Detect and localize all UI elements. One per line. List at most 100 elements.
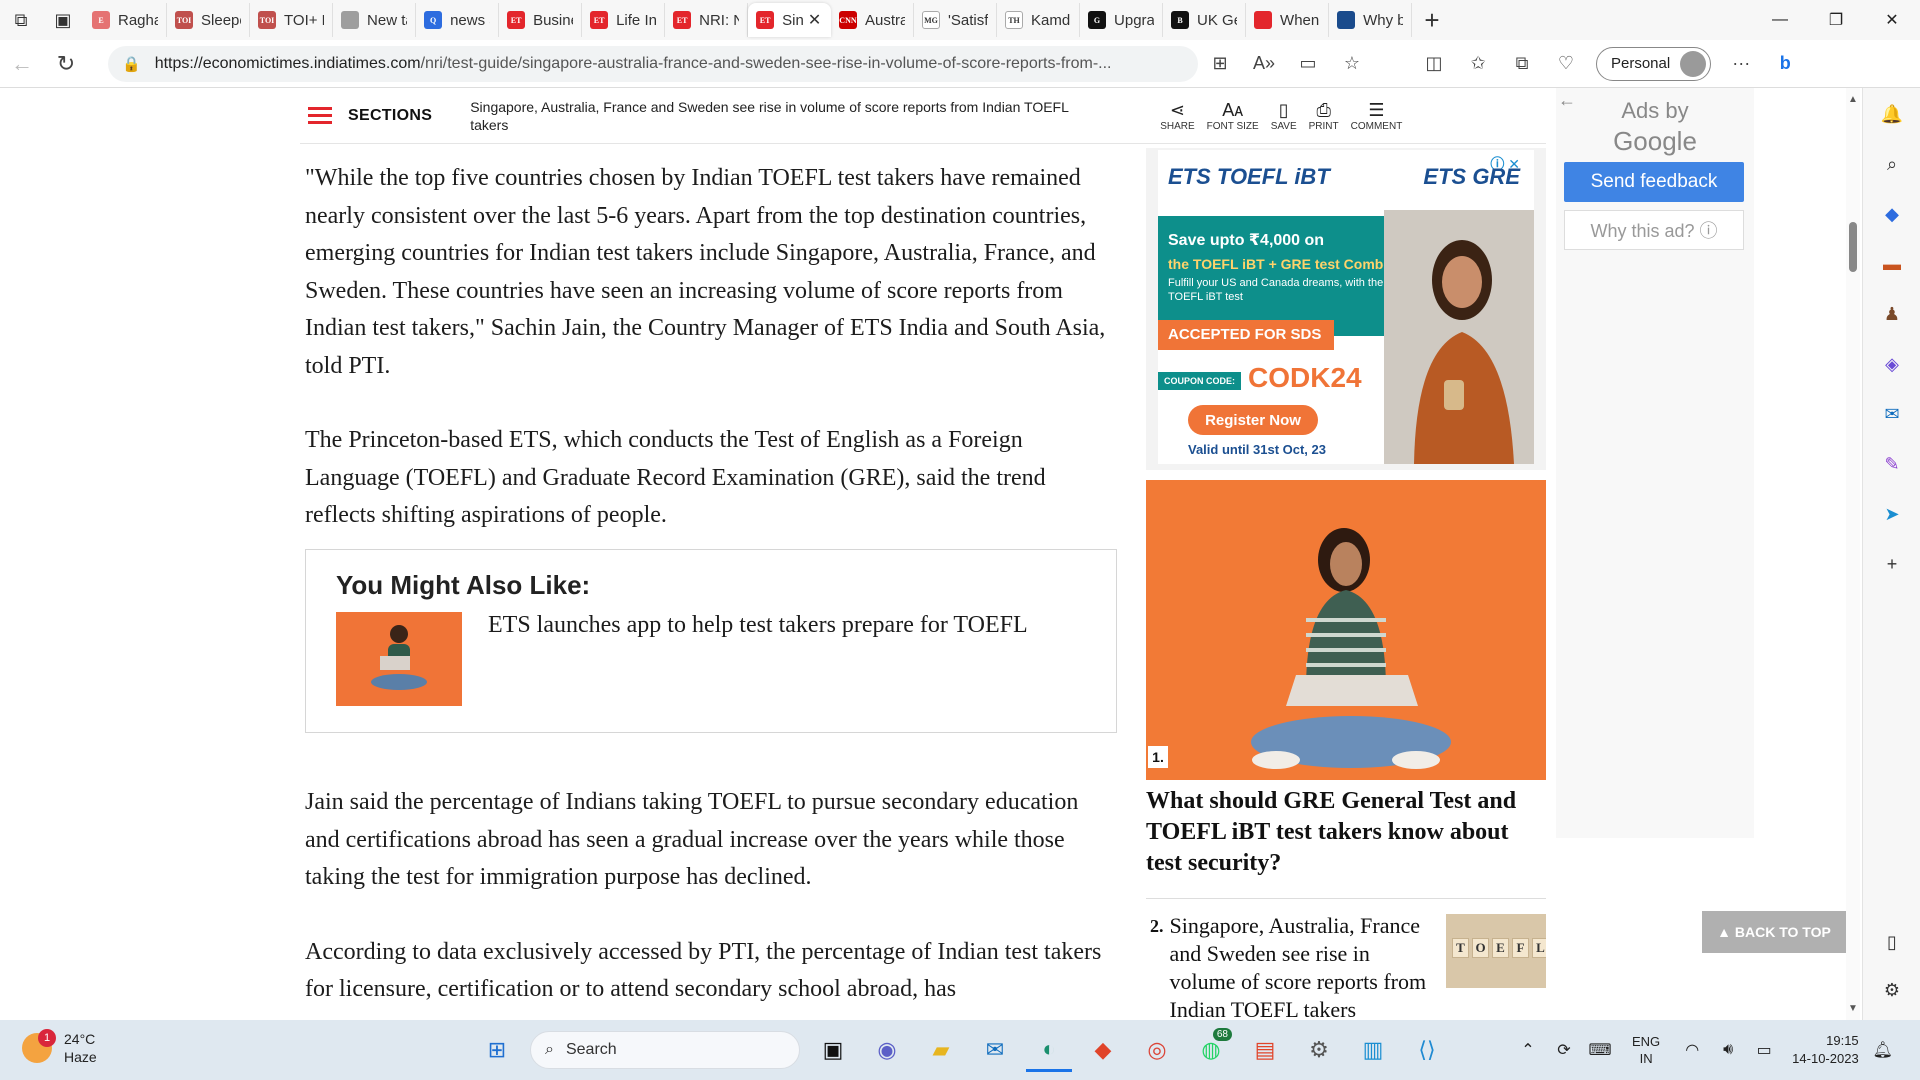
send-feedback-button[interactable]: Send feedback [1564, 162, 1744, 202]
tab-actions-icon[interactable]: ▣ [42, 0, 84, 40]
browser-tab[interactable]: ET NRI: NF [665, 3, 749, 37]
mail-icon[interactable]: ✉ [972, 1028, 1018, 1072]
favorite-star-icon[interactable]: ☆ [1330, 46, 1374, 82]
profile-button[interactable]: Personal [1596, 46, 1712, 81]
keyboard-icon[interactable]: ⌨ [1582, 1028, 1618, 1072]
tab-title: Busines [533, 11, 573, 29]
immersive-reader-icon[interactable]: ▭ [1286, 46, 1330, 82]
browser-tab[interactable]: ET Life Ins [582, 3, 666, 37]
ad-offer-line3: Fulfill your US and Canada dreams, with … [1168, 277, 1384, 303]
wifi-icon[interactable]: ◠ [1674, 1028, 1710, 1072]
story-2-thumbnail[interactable]: TOEFL [1446, 914, 1546, 988]
browser-tab[interactable]: When Z [1246, 3, 1330, 37]
outlook-icon[interactable]: ✉ [1863, 398, 1920, 430]
whatsapp-icon[interactable]: ◍ 68 [1188, 1028, 1234, 1072]
might-like-link[interactable]: ETS launches app to help test takers pre… [488, 612, 1028, 639]
tools-briefcase-icon[interactable]: ▬ [1863, 248, 1920, 280]
minimize-button[interactable]: — [1752, 0, 1808, 40]
anydesk-icon[interactable]: ▤ [1242, 1028, 1288, 1072]
office-icon[interactable]: ◆ [1080, 1028, 1126, 1072]
browser-tab[interactable]: ET Busines [499, 3, 583, 37]
might-like-thumbnail[interactable] [336, 612, 462, 706]
games-icon[interactable]: ♟ [1863, 298, 1920, 330]
hamburger-menu-icon[interactable] [308, 107, 332, 124]
clock[interactable]: 19:15 14-10-2023 [1792, 1032, 1859, 1068]
collections-icon[interactable]: ⧉ [1500, 46, 1544, 82]
browser-tab[interactable]: New ta [333, 3, 417, 37]
tool-print[interactable]: ⎙ PRINT [1309, 99, 1339, 132]
scroll-up-arrow-icon[interactable]: ▲ [1848, 94, 1858, 105]
page-scrollbar[interactable]: ▲ ▼ [1846, 88, 1860, 1020]
tool-share[interactable]: ⋖ SHARE [1160, 99, 1194, 132]
split-screen-icon[interactable]: ◫ [1412, 46, 1456, 82]
app-available-icon[interactable]: ⊞ [1198, 46, 1242, 82]
ets-advertisement[interactable]: ⓘ ✕ ETS TOEFL iBT ETS GRE Save upto ₹4,0… [1146, 148, 1546, 470]
browser-tab[interactable]: E Raghav [84, 3, 168, 37]
notifications-bell-icon[interactable]: 🔔 [1863, 98, 1920, 130]
notepad-icon[interactable]: ▥ [1350, 1028, 1396, 1072]
tool-font-size[interactable]: Aᴀ FONT SIZE [1207, 99, 1259, 132]
language-indicator[interactable]: ENG IN [1632, 1033, 1660, 1067]
designer-icon[interactable]: ✎ [1863, 448, 1920, 480]
browser-tab[interactable]: MG 'Satisfa [914, 3, 997, 37]
hide-sidebar-icon[interactable]: ▯ [1863, 926, 1920, 958]
add-sidebar-app-icon[interactable]: + [1863, 548, 1920, 580]
story-2-title[interactable]: Singapore, Australia, France and Sweden … [1170, 912, 1441, 1020]
browser-tab[interactable]: B UK Geo [1163, 3, 1247, 37]
task-view-icon[interactable]: ▣ [810, 1028, 856, 1072]
vscode-icon[interactable]: ⟨⟩ [1404, 1028, 1450, 1072]
clock-date: 14-10-2023 [1792, 1051, 1859, 1066]
teams-chat-icon[interactable]: ◉ [864, 1028, 910, 1072]
back-button[interactable]: ← [0, 44, 44, 84]
read-aloud-icon[interactable]: A» [1242, 46, 1286, 82]
story-2[interactable]: 2. Singapore, Australia, France and Swed… [1150, 912, 1440, 1020]
sync-icon[interactable]: ⟳ [1546, 1028, 1582, 1072]
browser-tab[interactable]: ET Sin ✕ [748, 3, 831, 37]
scroll-down-arrow-icon[interactable]: ▼ [1848, 1003, 1858, 1014]
refresh-button[interactable]: ↻ [44, 44, 88, 84]
more-menu-icon[interactable]: ··· [1719, 46, 1763, 82]
browser-tab[interactable]: Why bc [1329, 3, 1412, 37]
back-to-top-button[interactable]: ▲ BACK TO TOP [1702, 911, 1846, 953]
tool-save[interactable]: ▯ SAVE [1271, 99, 1297, 132]
new-tab-button[interactable]: + [1412, 0, 1452, 40]
workspaces-icon[interactable]: ⧉ [0, 0, 42, 40]
maximize-button[interactable]: ❐ [1808, 0, 1864, 40]
drop-send-icon[interactable]: ➤ [1863, 498, 1920, 530]
file-explorer-icon[interactable]: ▰ [918, 1028, 964, 1072]
browser-tab[interactable]: TOI Sleeper [167, 3, 251, 37]
browser-essentials-icon[interactable]: ♡ [1544, 46, 1588, 82]
volume-icon[interactable]: 🔊︎ [1710, 1028, 1746, 1072]
weather-widget[interactable]: 1 24°C Haze [22, 1029, 97, 1066]
browser-tab[interactable]: CNN Austral [831, 3, 914, 37]
search-icon[interactable]: ⌕ [1863, 148, 1920, 180]
favorites-icon[interactable]: ✩ [1456, 46, 1500, 82]
sidebar-settings-gear-icon[interactable]: ⚙ [1863, 974, 1920, 1006]
browser-tab[interactable]: Qnews a [416, 3, 500, 37]
browser-tab[interactable]: G Upgrac [1080, 3, 1164, 37]
start-windows-icon[interactable]: ⊞ [474, 1028, 520, 1072]
battery-icon[interactable]: ▭ [1746, 1028, 1782, 1072]
close-window-button[interactable]: ✕ [1864, 0, 1920, 40]
copilot-icon[interactable]: b [1763, 46, 1807, 82]
settings-gear-icon[interactable]: ⚙ [1296, 1028, 1342, 1072]
story-1-title[interactable]: What should GRE General Test and TOEFL i… [1146, 786, 1546, 879]
taskbar-search-box[interactable]: ⌕ Search [530, 1031, 800, 1069]
shopping-tag-icon[interactable]: ◆ [1863, 198, 1920, 230]
browser-tab[interactable]: TH Kamdu [997, 3, 1081, 37]
tool-comment[interactable]: ☰ COMMENT [1351, 99, 1403, 132]
scrollbar-thumb[interactable] [1849, 222, 1857, 272]
google-text: Google [1613, 126, 1697, 156]
browser-tab[interactable]: TOI TOI+ M [250, 3, 334, 37]
ad-register-button[interactable]: Register Now [1188, 405, 1318, 435]
chrome-icon[interactable]: ◎ [1134, 1028, 1180, 1072]
microsoft-365-icon[interactable]: ◈ [1863, 348, 1920, 380]
notification-center-icon[interactable]: 🔔︎ [1865, 1028, 1901, 1072]
edge-browser-icon[interactable]: ◐ [1026, 1028, 1072, 1072]
address-bar[interactable]: 🔒 https://economictimes.indiatimes.com/n… [108, 45, 1198, 82]
why-this-ad-button[interactable]: Why this ad? ⓘ [1564, 210, 1744, 250]
story-1-image[interactable]: 1. [1146, 480, 1546, 780]
tab-close-icon[interactable]: ✕ [808, 10, 821, 30]
sections-label[interactable]: SECTIONS [348, 107, 432, 125]
show-hidden-icons-chevron-icon[interactable]: ⌃ [1510, 1028, 1546, 1072]
